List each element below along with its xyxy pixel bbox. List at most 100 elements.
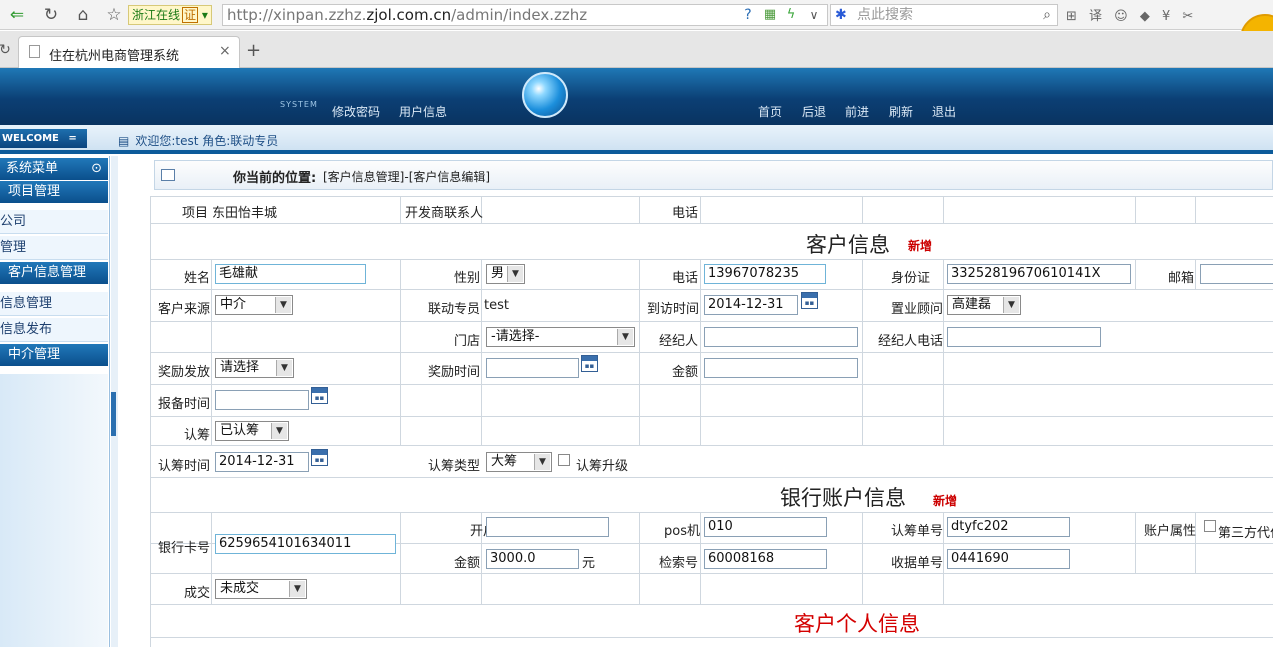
calendar-icon[interactable]: ▪▪ — [801, 292, 818, 309]
system-menu-label: 系统菜单 — [6, 161, 59, 176]
report-time-field[interactable] — [215, 390, 309, 410]
reward-amount-label: 金额 — [672, 365, 699, 380]
splitter-handle[interactable] — [111, 392, 116, 436]
third-party-checkbox[interactable] — [1204, 520, 1216, 532]
sidebar-item-customer-info-mgmt[interactable]: 客户信息管理 — [0, 262, 108, 284]
email-field[interactable] — [1200, 264, 1273, 284]
grid-line — [150, 416, 1273, 417]
logout-link[interactable]: 退出 — [932, 103, 956, 120]
user-info-link[interactable]: 用户信息 — [399, 103, 447, 120]
reload-icon[interactable]: ↻ — [40, 4, 62, 26]
manage-label: 管理 — [0, 240, 27, 255]
pos-label: pos机 — [664, 524, 700, 539]
grid-line — [943, 512, 944, 604]
broker-phone-field[interactable] — [947, 327, 1101, 347]
source-select[interactable]: 中介 ▼ — [215, 295, 293, 315]
grid-line — [1195, 259, 1196, 289]
id-card-field[interactable]: 33252819670610141X — [947, 264, 1131, 284]
grid-line — [862, 196, 863, 223]
welcome-text: ▤ 欢迎您:test 角色:联动专员 — [118, 132, 278, 149]
home-link[interactable]: 首页 — [758, 103, 782, 120]
bank-name-field[interactable] — [486, 517, 609, 537]
change-password-link[interactable]: 修改密码 — [332, 103, 380, 120]
subscribe-select[interactable]: 已认筹 ▼ — [215, 421, 289, 441]
calendar-icon[interactable]: ▪▪ — [581, 355, 598, 372]
breadcrumb: 你当前的位置: [客户信息管理]-[客户信息编辑] — [154, 160, 1273, 190]
breadcrumb-path: [客户信息管理]-[客户信息编辑] — [323, 170, 491, 184]
grid-line — [700, 196, 701, 223]
gender-select[interactable]: 男 ▼ — [486, 264, 525, 284]
visit-time-field[interactable]: 2014-12-31 — [704, 295, 798, 315]
subscribe-time-field[interactable]: 2014-12-31 — [215, 452, 309, 472]
grid-line — [943, 196, 944, 223]
extension-icons[interactable]: ⊞ 译 ☺ ◆ ¥ ✂ — [1066, 5, 1256, 25]
home-icon[interactable]: ⌂ — [72, 4, 94, 26]
broker-field[interactable] — [704, 327, 858, 347]
tab-active[interactable]: 住在杭州电商管理系统 × — [18, 36, 240, 68]
grid-line — [150, 604, 1273, 605]
site-header: SYSTEM 修改密码 用户信息 首页 后退 前进 刷新 退出 — [0, 68, 1273, 125]
calendar-icon[interactable]: ▪▪ — [311, 449, 328, 466]
sidebar-item-manage[interactable]: 管理 — [0, 236, 108, 260]
subscribe-type-label: 认筹类型 — [428, 459, 481, 474]
grid-line — [150, 573, 1273, 574]
sidebar-item-agency-mgmt[interactable]: 中介管理 — [0, 344, 108, 366]
deal-label: 成交 — [184, 586, 211, 601]
phone-field[interactable]: 13967078235 — [704, 264, 826, 284]
consultant-select[interactable]: 高建磊 ▼ — [947, 295, 1021, 315]
paw-icon: ✱ — [835, 7, 847, 23]
reward-time-field[interactable] — [486, 358, 579, 378]
menu-toggle-icon[interactable]: ⊙ — [91, 158, 102, 180]
receipt-no-field[interactable]: 0441690 — [947, 549, 1070, 569]
deal-select[interactable]: 未成交 ▼ — [215, 579, 307, 599]
gender-value: 男 — [491, 266, 505, 281]
zjol-site-badge[interactable]: 浙江在线证 ▾ — [128, 5, 212, 25]
developer-phone-label: 电话 — [672, 206, 699, 221]
subscribe-time-label: 认筹时间 — [158, 459, 211, 474]
grid-line — [150, 512, 1273, 513]
sidebar-item-info-publish[interactable]: 信息发布 — [0, 318, 108, 342]
bank-add-link[interactable]: 新增 — [933, 492, 957, 509]
customer-add-link[interactable]: 新增 — [908, 237, 932, 254]
welcome-message: 欢迎您:test 角色:联动专员 — [135, 134, 279, 148]
bolt-icon[interactable]: ϟ — [780, 4, 802, 26]
sidebar-item-company[interactable]: 公司 — [0, 210, 108, 234]
name-field[interactable]: 毛雄献 — [215, 264, 366, 284]
search-no-field[interactable]: 60008168 — [704, 549, 827, 569]
refresh-icon[interactable]: ↻ — [0, 39, 16, 61]
customer-info-mgmt-label: 客户信息管理 — [8, 265, 87, 280]
pos-field[interactable]: 010 — [704, 517, 827, 537]
close-icon[interactable]: × — [219, 43, 231, 59]
visit-time-label: 到访时间 — [647, 302, 700, 317]
reward-select[interactable]: 请选择 ▼ — [215, 358, 294, 378]
sidebar-item-project-mgmt[interactable]: 项目管理 — [0, 181, 108, 203]
url-prefix: http://xinpan.zzhz. — [227, 6, 367, 24]
back-arrow-icon[interactable]: ⇐ — [6, 4, 28, 26]
star-icon[interactable]: ☆ — [103, 4, 125, 26]
grid-line — [1135, 512, 1136, 573]
grid-line — [150, 637, 1273, 638]
search-input[interactable]: ✱ 点此搜索 ⌕ — [830, 4, 1058, 26]
upgrade-checkbox[interactable] — [558, 454, 570, 466]
refresh-link[interactable]: 刷新 — [889, 103, 913, 120]
search-icon[interactable]: ⌕ — [1043, 5, 1051, 25]
store-select[interactable]: -请选择- ▼ — [486, 327, 635, 347]
chevron-down-icon[interactable]: ∨ — [803, 4, 825, 26]
grid-line — [481, 259, 482, 445]
sidebar-item-info-mgmt[interactable]: 信息管理 — [0, 292, 108, 316]
reward-amount-field[interactable] — [704, 358, 858, 378]
new-tab-button[interactable]: + — [246, 40, 261, 61]
help-icon[interactable]: ? — [737, 4, 759, 26]
project-mgmt-label: 项目管理 — [8, 184, 61, 199]
calendar-icon[interactable]: ▪▪ — [311, 387, 328, 404]
qrcode-icon[interactable]: ▦ — [759, 4, 781, 26]
bank-card-field[interactable]: 6259654101634011 — [215, 534, 396, 554]
amount-field[interactable]: 3000.0 — [486, 549, 579, 569]
subscribe-type-select[interactable]: 大筹 ▼ — [486, 452, 552, 472]
sidebar-system-menu[interactable]: 系统菜单 ⊙ — [0, 158, 108, 180]
forward-link[interactable]: 前进 — [845, 103, 869, 120]
grid-line — [1135, 196, 1136, 223]
search-no-label: 检索号 — [659, 556, 699, 571]
subscribe-no-field[interactable]: dtyfc202 — [947, 517, 1070, 537]
back-link[interactable]: 后退 — [802, 103, 826, 120]
